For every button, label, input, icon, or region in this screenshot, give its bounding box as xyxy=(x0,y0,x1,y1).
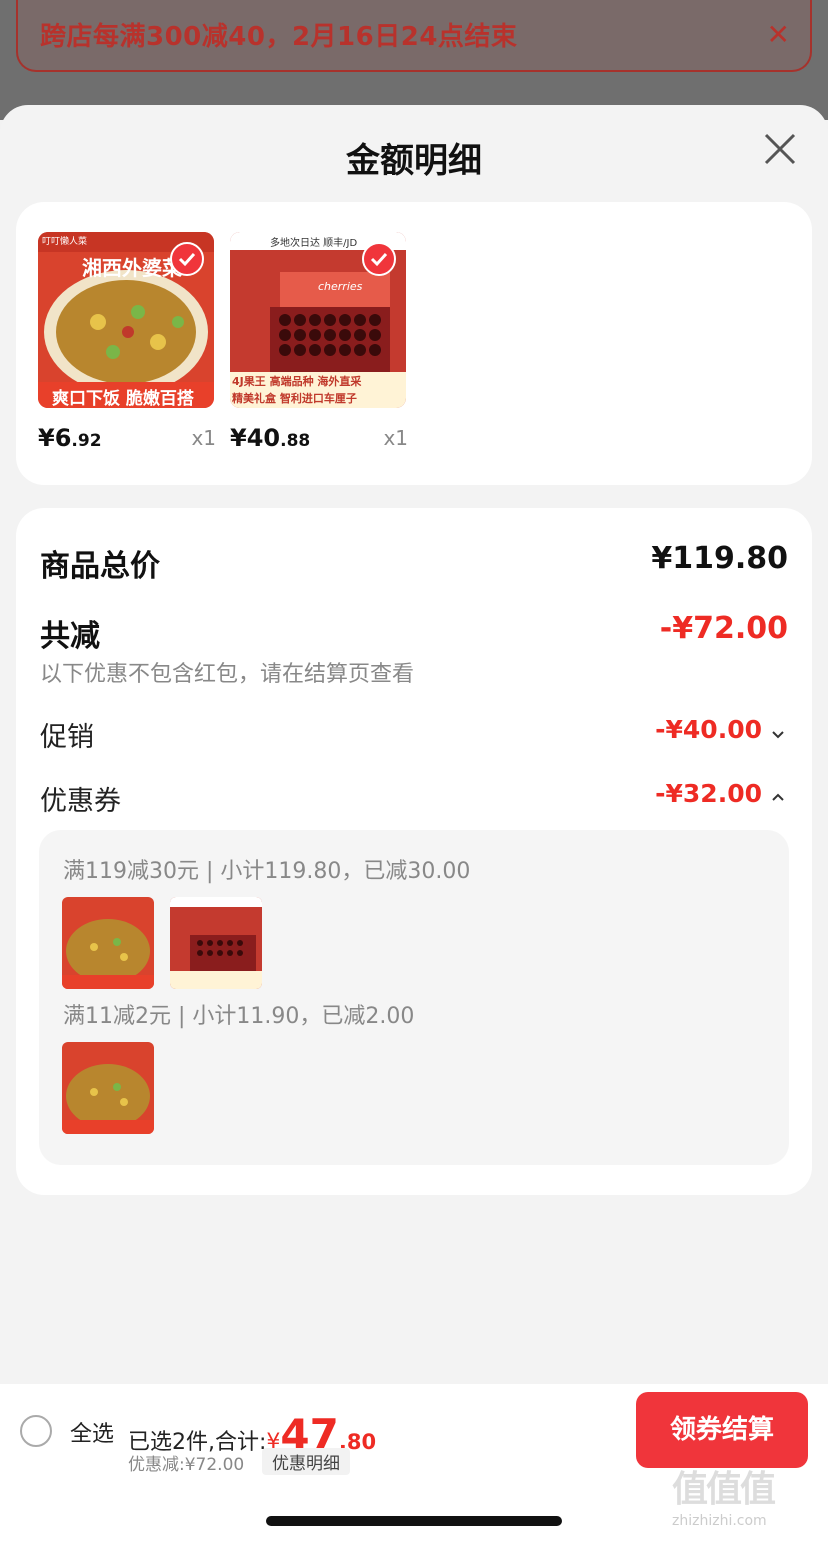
chevron-down-icon[interactable] xyxy=(768,724,788,744)
item-quantity: x1 xyxy=(383,426,408,450)
product-image[interactable]: 湘西外婆菜 叮叮懒人菜 爽口下饭 脆嫩百搭 xyxy=(38,232,214,408)
watermark-url: zhizhizhi.com xyxy=(672,1513,767,1529)
product-thumbnail xyxy=(62,1042,154,1134)
reduce-value: -¥72.00 xyxy=(659,611,788,646)
total-label: 商品总价 xyxy=(40,549,160,584)
close-icon[interactable] xyxy=(760,129,800,169)
reduce-label: 共减 xyxy=(40,619,100,654)
promo-banner: 跨店每满300减40，2月16日24点结束 ✕ xyxy=(16,0,812,72)
item-price: ¥6.92 xyxy=(38,424,102,452)
promo-label: 促销 xyxy=(40,722,94,753)
image-title: cherries xyxy=(318,280,363,293)
coupon-detail-box: 满119减30元 | 小计119.80，已减30.00 满11减2元 | 小计1… xyxy=(39,830,789,1165)
product-image[interactable]: 多地次日达 顺丰/JD cherries 4J果王 高端品种 海外直采 精美礼盒… xyxy=(230,232,406,408)
product-thumbnail xyxy=(170,897,262,989)
brand-tag: 叮叮懒人菜 xyxy=(42,237,88,247)
home-indicator xyxy=(266,1516,562,1526)
reduce-note: 以下优惠不包含红包，请在结算页查看 xyxy=(40,662,415,687)
sheet-title: 金额明细 xyxy=(346,141,482,181)
discount-detail-button[interactable]: 优惠明细 xyxy=(262,1448,350,1475)
item-quantity: x1 xyxy=(191,426,216,450)
chevron-up-icon[interactable] xyxy=(768,788,788,808)
check-icon xyxy=(362,242,396,276)
check-icon xyxy=(170,242,204,276)
product-thumbnail xyxy=(62,897,154,989)
item-card[interactable]: 湘西外婆菜 叮叮懒人菜 爽口下饭 脆嫩百搭 ¥6.92 x1 xyxy=(38,232,216,452)
select-all-radio[interactable] xyxy=(20,1415,52,1447)
watermark: 值值值 xyxy=(672,1469,776,1510)
image-caption: 爽口下饭 脆嫩百搭 xyxy=(52,389,194,408)
select-all-label[interactable]: 全选 xyxy=(70,1416,114,1448)
promo-banner-text: 跨店每满300减40，2月16日24点结束 xyxy=(40,22,518,52)
coupon-detail-line: 满119减30元 | 小计119.80，已减30.00 xyxy=(63,859,471,884)
promo-value: -¥40.00 xyxy=(655,715,762,744)
coupon-value-wrap: -¥32.00 xyxy=(655,779,788,808)
image-caption: 精美礼盒 智利进口车厘子 xyxy=(232,392,357,405)
checkout-button[interactable]: 领券结算 xyxy=(636,1392,808,1468)
product-tags: 多地次日达 顺丰/JD xyxy=(270,238,358,249)
promo-value-wrap: -¥40.00 xyxy=(655,715,788,744)
discount-summary: 优惠减:¥72.00 xyxy=(128,1455,245,1475)
item-card[interactable]: 多地次日达 顺丰/JD cherries 4J果王 高端品种 海外直采 精美礼盒… xyxy=(230,232,408,452)
item-price: ¥40.88 xyxy=(230,424,311,452)
total-value: ¥119.80 xyxy=(651,541,788,576)
image-title: 湘西外婆菜 xyxy=(82,256,182,280)
selected-items-card: 湘西外婆菜 叮叮懒人菜 爽口下饭 脆嫩百搭 ¥6.92 x1 多地次日达 顺丰/… xyxy=(16,202,812,485)
image-caption: 4J果王 高端品种 海外直采 xyxy=(232,375,362,388)
coupon-value: -¥32.00 xyxy=(655,779,762,808)
amount-detail-sheet: 金额明细 湘西外婆菜 叮叮懒人菜 爽口下饭 脆嫩百搭 ¥6.92 x1 多地次日… xyxy=(0,105,828,1542)
coupon-label: 优惠券 xyxy=(40,786,121,817)
coupon-detail-line: 满11减2元 | 小计11.90，已减2.00 xyxy=(63,1004,415,1029)
close-icon[interactable]: ✕ xyxy=(767,18,790,51)
price-summary-card: 商品总价 ¥119.80 共减 -¥72.00 以下优惠不包含红包，请在结算页查… xyxy=(16,508,812,1195)
